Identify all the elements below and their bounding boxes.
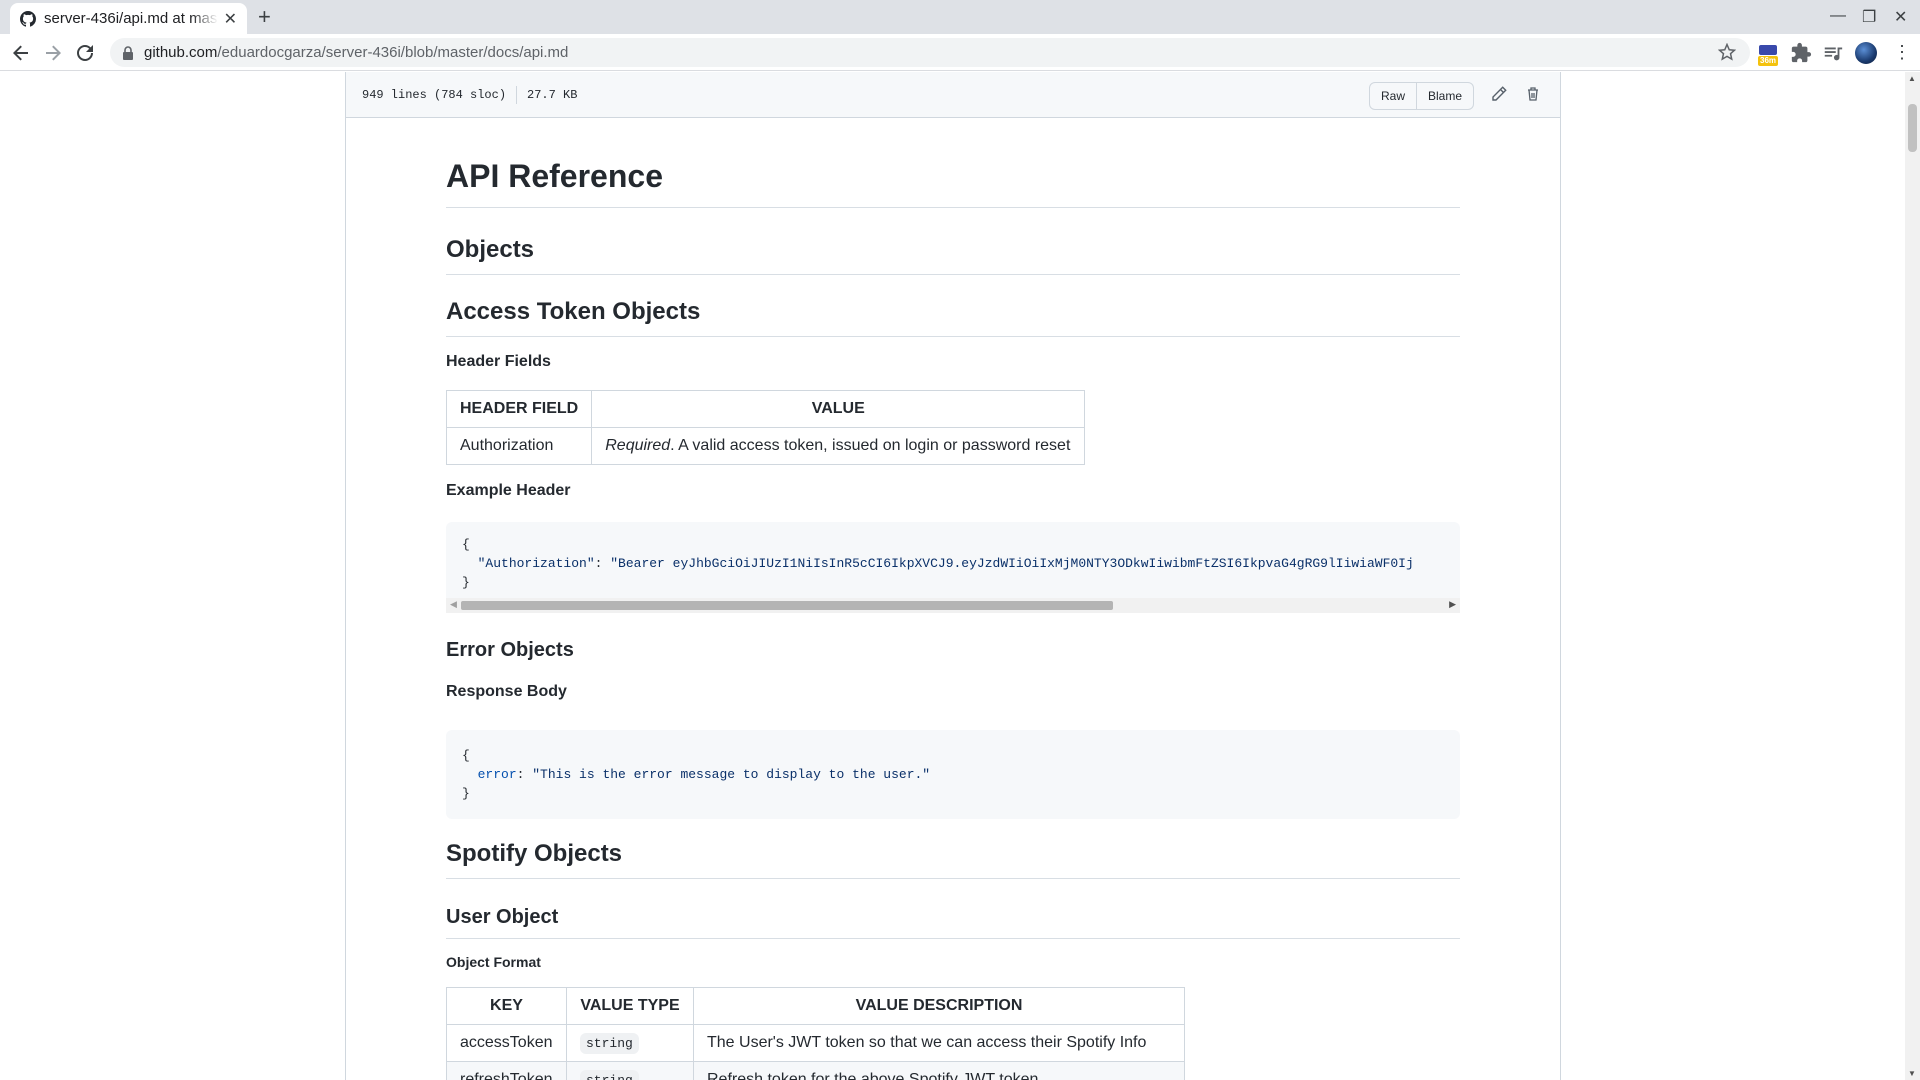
table-row: Authorization Required. A valid access t… [445, 427, 1086, 465]
new-tab-icon[interactable]: + [258, 4, 271, 30]
scrollbar-thumb[interactable] [461, 601, 1113, 610]
profile-avatar[interactable] [1855, 42, 1877, 64]
page-title: API Reference [446, 158, 1460, 208]
heading-spotify-objects: Spotify Objects [446, 840, 1460, 879]
inline-code: string [580, 1070, 639, 1080]
reload-icon[interactable] [72, 40, 98, 66]
scroll-right-arrow-icon[interactable]: ▶ [1449, 599, 1456, 610]
minimize-icon[interactable]: — [1830, 7, 1846, 25]
divider [516, 85, 518, 104]
url-host: github.com [144, 44, 218, 61]
table-cell: accessToken [446, 1024, 567, 1062]
table-row: refreshToken string Refresh token for th… [446, 1061, 1185, 1080]
table-header-cell: VALUE [591, 390, 1086, 428]
window-close-icon[interactable]: ✕ [1894, 7, 1907, 27]
lock-icon [123, 45, 133, 60]
bookmark-star-icon[interactable] [1718, 43, 1736, 61]
browser-toolbar: github.com/eduardocgarza/server-436i/blo… [0, 34, 1920, 71]
table-row: accessToken string The User's JWT token … [446, 1024, 1185, 1062]
table-cell: Authorization [445, 427, 593, 465]
required-emphasis: Required [605, 437, 671, 454]
table-cell: Required. A valid access token, issued o… [591, 427, 1086, 465]
forward-icon[interactable] [40, 40, 66, 66]
heading-response-body: Response Body [446, 683, 567, 700]
scroll-up-arrow-icon[interactable]: ▲ [1908, 74, 1916, 83]
table-header-row: KEY VALUE TYPE VALUE DESCRIPTION [446, 987, 1185, 1025]
user-object-table: KEY VALUE TYPE VALUE DESCRIPTION accessT… [446, 987, 1185, 1080]
table-header-cell: HEADER FIELD [445, 390, 593, 428]
tab-close-icon[interactable]: ✕ [224, 9, 237, 29]
table-cell: string [566, 1024, 694, 1062]
tab-strip: server-436i/api.md at master · eduardocg… [0, 0, 1920, 34]
raw-button[interactable]: Raw [1369, 82, 1418, 110]
code-colon: : [594, 556, 611, 571]
error-response-code: { error: "This is the error message to d… [446, 730, 1460, 819]
heading-header-fields: Header Fields [446, 353, 551, 370]
inline-code: string [580, 1033, 639, 1054]
heading-object-format: Object Format [446, 954, 541, 970]
cell-text: . A valid access token, issued on login … [670, 437, 1071, 454]
page-vertical-scrollbar[interactable]: ▲ ▼ [1905, 72, 1920, 1080]
code-string: "Bearer eyJhbGciOiJIUzI1NiIsInR5cCI6IkpX… [610, 556, 1414, 571]
code-brace: { [462, 537, 470, 552]
code-brace: { [462, 748, 470, 763]
blame-button[interactable]: Blame [1417, 82, 1475, 110]
media-queue-icon[interactable] [1822, 42, 1844, 64]
restore-icon[interactable]: ❐ [1862, 7, 1876, 27]
file-size: 27.7 KB [527, 87, 578, 102]
code-string: "This is the error message to display to… [532, 767, 931, 782]
extensions-puzzle-icon[interactable] [1790, 42, 1812, 64]
github-icon [20, 10, 36, 27]
table-cell: refreshToken [446, 1061, 567, 1080]
table-header-cell: VALUE DESCRIPTION [693, 987, 1185, 1025]
table-header-row: HEADER FIELD VALUE [445, 390, 1086, 428]
table-header-cell: VALUE TYPE [566, 987, 694, 1025]
table-cell: Refresh token for the above Spotify JWT … [693, 1061, 1185, 1080]
scroll-left-arrow-icon[interactable]: ◀ [450, 599, 457, 610]
heading-user-object: User Object [446, 906, 1460, 939]
table-header-cell: KEY [446, 987, 567, 1025]
browser-menu-icon[interactable]: ⋮ [1893, 42, 1911, 63]
address-bar[interactable]: github.com/eduardocgarza/server-436i/blo… [110, 38, 1750, 67]
table-cell: The User's JWT token so that we can acce… [693, 1024, 1185, 1062]
example-header-code: { "Authorization": "Bearer eyJhbGciOiJIU… [446, 522, 1460, 598]
code-brace: } [462, 786, 470, 801]
scrollbar-thumb[interactable] [1908, 104, 1917, 152]
heading-objects: Objects [446, 236, 1460, 275]
code-horizontal-scrollbar[interactable]: ◀ ▶ [446, 598, 1460, 613]
back-icon[interactable] [8, 40, 34, 66]
delete-trash-icon[interactable] [1525, 86, 1541, 102]
edit-pencil-icon[interactable] [1491, 86, 1507, 102]
file-header: 949 lines (784 sloc) 27.7 KB Raw Blame [346, 72, 1560, 118]
file-button-group: Raw Blame [1369, 82, 1475, 110]
scroll-down-arrow-icon[interactable]: ▼ [1908, 1069, 1916, 1078]
page-viewport: 949 lines (784 sloc) 27.7 KB Raw Blame A… [0, 72, 1905, 1080]
url-path: /eduardocgarza/server-436i/blob/master/d… [217, 44, 569, 61]
header-fields-table: HEADER FIELD VALUE Authorization Require… [445, 390, 1086, 465]
file-container: 949 lines (784 sloc) 27.7 KB Raw Blame A… [345, 72, 1561, 1080]
code-brace: } [462, 575, 470, 590]
extension-timer-icon[interactable]: 36m [1756, 42, 1780, 66]
tab-title: server-436i/api.md at master · eduardocg… [44, 10, 218, 27]
browser-tab[interactable]: server-436i/api.md at master · eduardocg… [10, 3, 247, 34]
code-key: error [477, 767, 517, 782]
heading-example-header: Example Header [446, 482, 571, 499]
code-colon: : [516, 767, 533, 782]
heading-error-objects: Error Objects [446, 639, 574, 661]
code-key: "Authorization" [477, 556, 595, 571]
heading-access-token-objects: Access Token Objects [446, 298, 1460, 337]
file-line-count: 949 lines (784 sloc) [362, 87, 507, 102]
table-cell: string [566, 1061, 694, 1080]
